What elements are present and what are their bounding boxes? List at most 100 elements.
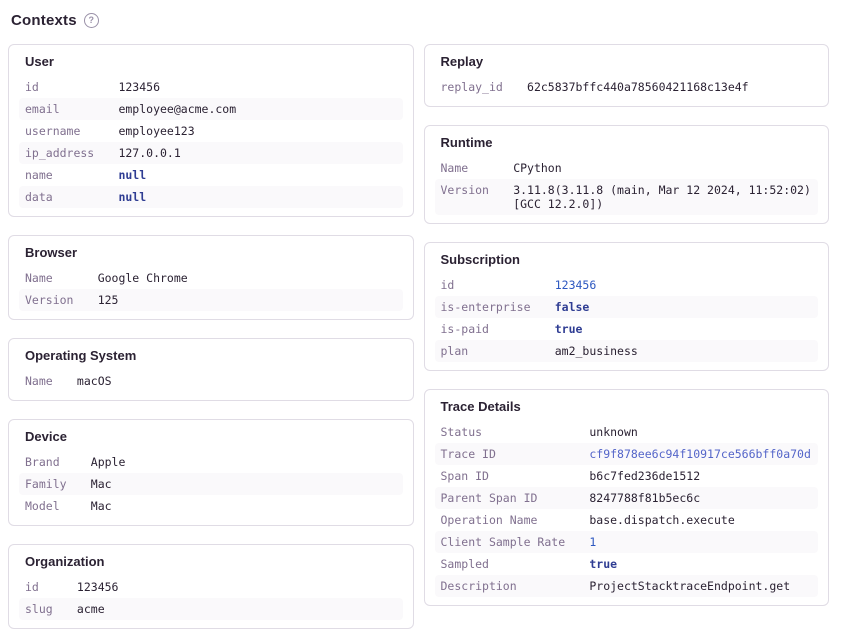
- row-key: Sampled: [441, 557, 590, 571]
- contexts-section: Contexts ? Userid123456emailemployee@acm…: [0, 0, 844, 639]
- key-value-row: ip_address127.0.0.1: [19, 142, 403, 164]
- row-value: ProjectStacktraceEndpoint.get: [589, 579, 812, 593]
- row-key: plan: [441, 344, 555, 358]
- key-value-row: ModelMac: [19, 495, 403, 517]
- row-key: Version: [25, 293, 98, 307]
- key-value-rows: id123456is-enterprisefalseis-paidtruepla…: [425, 274, 829, 362]
- key-value-row: planam2_business: [435, 340, 819, 362]
- key-value-row: NameGoogle Chrome: [19, 267, 403, 289]
- key-value-row: NamemacOS: [19, 370, 403, 392]
- card-title: Runtime: [425, 132, 829, 157]
- context-card-browser: BrowserNameGoogle ChromeVersion125: [8, 235, 414, 320]
- key-value-row: namenull: [19, 164, 403, 186]
- key-value-row: DescriptionProjectStacktraceEndpoint.get: [435, 575, 819, 597]
- key-value-rows: BrandAppleFamilyMacModelMac: [9, 451, 413, 517]
- row-value: 123456: [118, 80, 396, 94]
- row-key: Description: [441, 579, 590, 593]
- row-key: data: [25, 190, 118, 204]
- key-value-rows: id123456emailemployee@acme.comusernameem…: [9, 76, 413, 208]
- row-key: ip_address: [25, 146, 118, 160]
- key-value-row: usernameemployee123: [19, 120, 403, 142]
- card-title: Browser: [9, 242, 413, 267]
- key-value-row: replay_id62c5837bffc440a78560421168c13e4…: [435, 76, 819, 98]
- row-key: id: [25, 580, 77, 594]
- key-value-row: Trace IDcf9f878ee6c94f10917ce566bff0a70d: [435, 443, 819, 465]
- key-value-rows: NamemacOS: [9, 370, 413, 392]
- key-value-row: id123456: [19, 576, 403, 598]
- key-value-row: Operation Namebase.dispatch.execute: [435, 509, 819, 531]
- context-card-user: Userid123456emailemployee@acme.comuserna…: [8, 44, 414, 217]
- section-header: Contexts ?: [11, 12, 829, 29]
- key-value-row: NameCPython: [435, 157, 819, 179]
- row-value: base.dispatch.execute: [589, 513, 812, 527]
- key-value-rows: NameGoogle ChromeVersion125: [9, 267, 413, 311]
- key-value-row: is-paidtrue: [435, 318, 819, 340]
- row-value: CPython: [513, 161, 812, 175]
- row-value: unknown: [589, 425, 812, 439]
- row-key: replay_id: [441, 80, 528, 94]
- row-value: 123456: [555, 278, 812, 292]
- key-value-row: Span IDb6c7fed236de1512: [435, 465, 819, 487]
- key-value-rows: id123456slugacme: [9, 576, 413, 620]
- key-value-rows: replay_id62c5837bffc440a78560421168c13e4…: [425, 76, 829, 98]
- row-value: acme: [77, 602, 397, 616]
- row-value: Google Chrome: [98, 271, 397, 285]
- row-key: Client Sample Rate: [441, 535, 590, 549]
- row-key: Name: [25, 271, 98, 285]
- row-key: Span ID: [441, 469, 590, 483]
- key-value-row: BrandApple: [19, 451, 403, 473]
- key-value-rows: NameCPython Version3.11.8(3.11.8 (main, M…: [425, 157, 829, 215]
- card-title: Organization: [9, 551, 413, 576]
- context-card-replay: Replayreplay_id62c5837bffc440a7856042116…: [424, 44, 830, 107]
- row-value: true: [555, 322, 812, 336]
- key-value-row: is-enterprisefalse: [435, 296, 819, 318]
- row-key: id: [25, 80, 118, 94]
- row-key: is-enterprise: [441, 300, 555, 314]
- row-key: Name: [441, 161, 514, 175]
- context-card-operating-system: Operating SystemNamemacOS: [8, 338, 414, 401]
- help-icon[interactable]: ?: [84, 13, 99, 28]
- row-value: 3.11.8(3.11.8 (main, Mar 12 2024, 11:52:…: [513, 183, 812, 211]
- key-value-rows: StatusunknownTrace IDcf9f878ee6c94f10917…: [425, 421, 829, 597]
- row-value: employee123: [118, 124, 396, 138]
- key-value-row: Client Sample Rate1: [435, 531, 819, 553]
- row-value-link[interactable]: cf9f878ee6c94f10917ce566bff0a70d: [589, 447, 812, 461]
- key-value-row: datanull: [19, 186, 403, 208]
- key-value-row: Parent Span ID8247788f81b5ec6c: [435, 487, 819, 509]
- card-title: User: [9, 51, 413, 76]
- row-key: Parent Span ID: [441, 491, 590, 505]
- row-value: Apple: [91, 455, 397, 469]
- row-value: null: [118, 168, 396, 182]
- row-value: 62c5837bffc440a78560421168c13e4f: [527, 80, 812, 94]
- column-right: Replayreplay_id62c5837bffc440a7856042116…: [424, 44, 830, 606]
- context-card-runtime: RuntimeNameCPythonVersion3.11.8(3.11.8 (…: [424, 125, 830, 224]
- row-value: null: [118, 190, 396, 204]
- key-value-row: Version125: [19, 289, 403, 311]
- row-key: slug: [25, 602, 77, 616]
- row-key: Trace ID: [441, 447, 590, 461]
- key-value-row: Statusunknown: [435, 421, 819, 443]
- row-key: Version: [441, 183, 514, 211]
- key-value-row: Sampledtrue: [435, 553, 819, 575]
- card-title: Operating System: [9, 345, 413, 370]
- row-value: macOS: [77, 374, 397, 388]
- context-card-device: DeviceBrandAppleFamilyMacModelMac: [8, 419, 414, 526]
- key-value-row: id123456: [19, 76, 403, 98]
- row-key: Brand: [25, 455, 91, 469]
- row-value: 1: [589, 535, 812, 549]
- row-value: false: [555, 300, 812, 314]
- card-title: Replay: [425, 51, 829, 76]
- key-value-row: id123456: [435, 274, 819, 296]
- context-columns: Userid123456emailemployee@acme.comuserna…: [8, 44, 829, 629]
- row-value: 123456: [77, 580, 397, 594]
- context-card-subscription: Subscriptionid123456is-enterprisefalseis…: [424, 242, 830, 371]
- row-value: 8247788f81b5ec6c: [589, 491, 812, 505]
- row-key: Status: [441, 425, 590, 439]
- row-key: name: [25, 168, 118, 182]
- row-value: true: [589, 557, 812, 571]
- context-card-organization: Organizationid123456slugacme: [8, 544, 414, 629]
- key-value-row: emailemployee@acme.com: [19, 98, 403, 120]
- row-key: id: [441, 278, 555, 292]
- row-key: email: [25, 102, 118, 116]
- row-value: 127.0.0.1: [118, 146, 396, 160]
